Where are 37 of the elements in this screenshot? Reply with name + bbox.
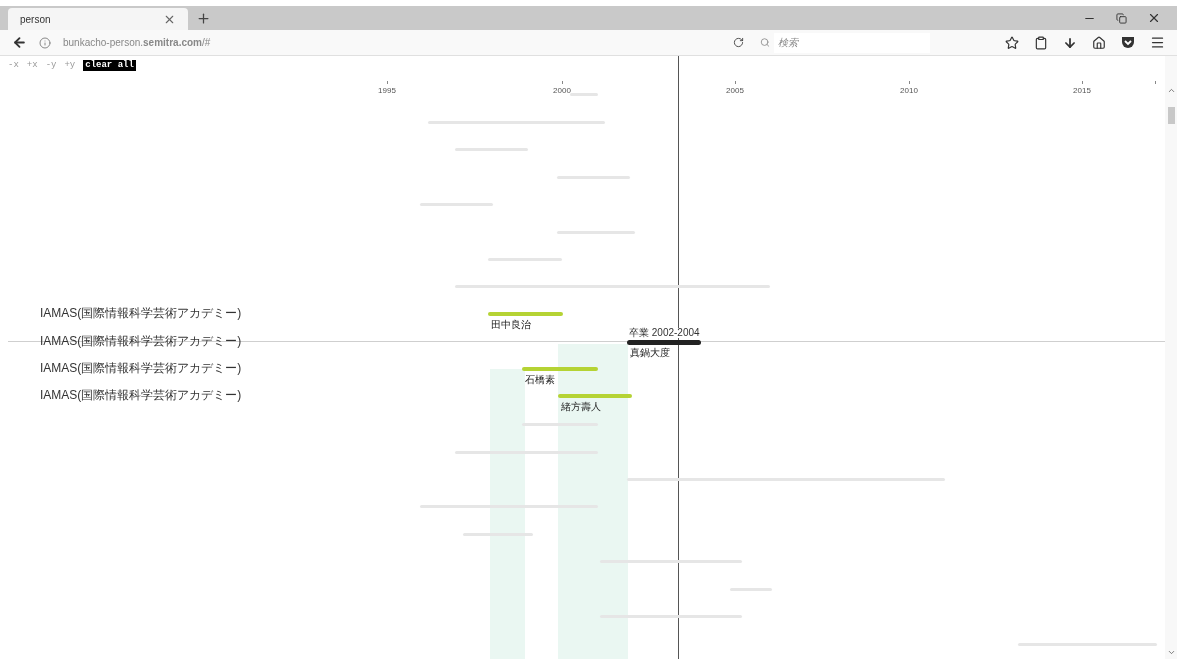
- reload-icon[interactable]: [733, 37, 744, 48]
- download-icon[interactable]: [1063, 35, 1077, 50]
- tab-title: person: [20, 12, 52, 27]
- year-label: 2015: [1073, 87, 1091, 95]
- person-name[interactable]: 緒方壽人: [561, 402, 601, 412]
- person-name[interactable]: 田中良治: [491, 320, 531, 330]
- browser-tab[interactable]: person: [8, 8, 188, 30]
- clear-all-button[interactable]: clear all: [83, 60, 136, 72]
- info-icon[interactable]: [39, 36, 51, 49]
- timeline-bar[interactable]: [627, 339, 701, 345]
- close-icon[interactable]: [1147, 11, 1161, 25]
- menu-icon[interactable]: [1150, 35, 1165, 50]
- scroll-down-icon[interactable]: [1166, 648, 1176, 657]
- institution-label: IAMAS(国際情報科学芸術アカデミー): [40, 361, 242, 376]
- clipboard-icon[interactable]: [1034, 35, 1048, 50]
- scrollbar[interactable]: [1165, 56, 1177, 659]
- new-tab-icon[interactable]: [196, 11, 211, 26]
- year-label: 2010: [900, 87, 918, 95]
- year-label: 2000: [553, 87, 571, 95]
- scroll-thumb[interactable]: [1167, 107, 1175, 124]
- home-icon[interactable]: [1092, 35, 1106, 50]
- search-icon: [760, 37, 771, 48]
- search-field[interactable]: 検索: [774, 32, 930, 53]
- person-name[interactable]: 石橋素: [525, 375, 555, 385]
- person-name[interactable]: 真鍋大度: [630, 348, 670, 358]
- address-field[interactable]: bunkacho-person.semitra.com/#: [63, 35, 623, 50]
- restore-icon[interactable]: [1116, 12, 1127, 24]
- scroll-up-icon[interactable]: [1166, 86, 1176, 95]
- bookmark-icon[interactable]: [1005, 35, 1019, 50]
- back-icon[interactable]: [12, 35, 27, 50]
- year-label: 2005: [726, 87, 744, 95]
- institution-label: IAMAS(国際情報科学芸術アカデミー): [40, 388, 242, 403]
- period-label: 卒業 2002-2004: [629, 328, 700, 338]
- pocket-icon[interactable]: [1121, 36, 1135, 49]
- year-label: 1995: [378, 87, 396, 95]
- institution-label: IAMAS(国際情報科学芸術アカデミー): [40, 306, 242, 321]
- institution-label: IAMAS(国際情報科学芸術アカデミー): [40, 334, 242, 349]
